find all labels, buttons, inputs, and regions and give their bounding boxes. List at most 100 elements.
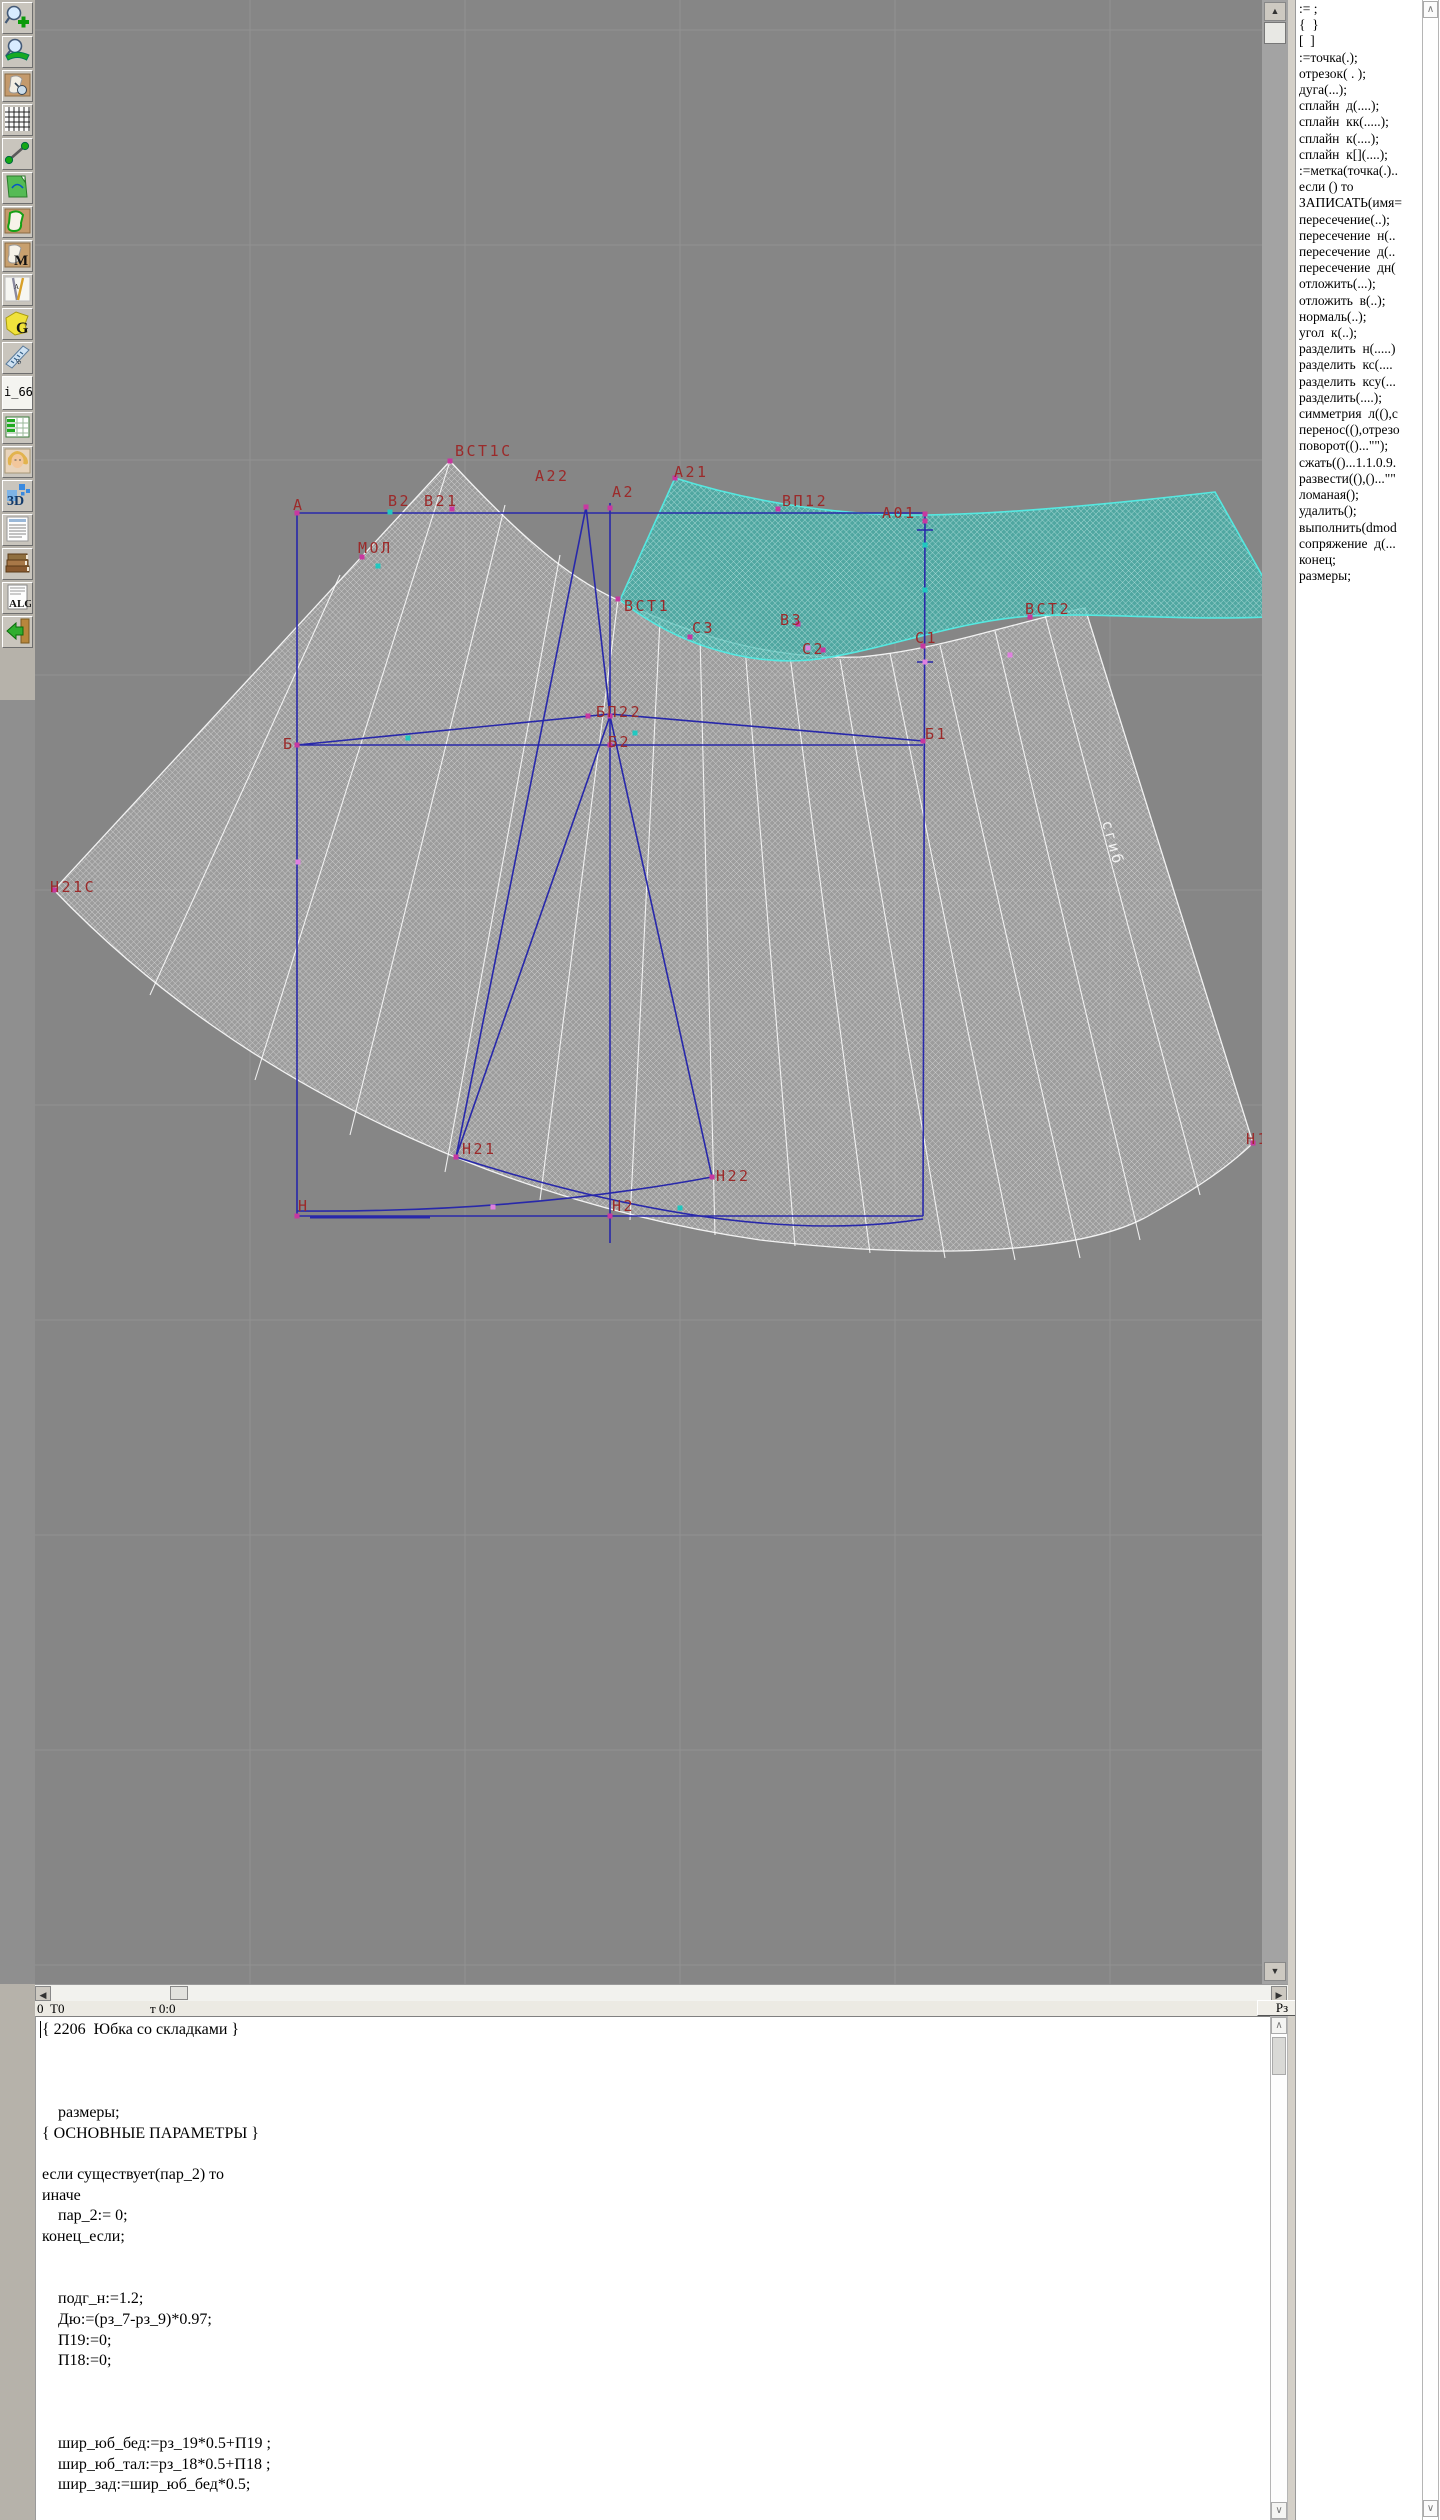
pattern-point-marker[interactable]: [406, 736, 411, 741]
pattern-point-marker[interactable]: [923, 660, 928, 665]
vertical-scroll-thumb[interactable]: [1264, 22, 1286, 44]
file-label[interactable]: i_66.: [2, 376, 33, 410]
pattern-point-marker[interactable]: [633, 731, 638, 736]
command-item[interactable]: если () то: [1299, 179, 1421, 195]
command-item[interactable]: пересечение дн(: [1299, 260, 1421, 276]
canvas-vertical-scrollbar[interactable]: ▲ ▼: [1262, 0, 1288, 1984]
scroll-down-icon[interactable]: ∨: [1423, 2500, 1438, 2517]
drafting-tools-button[interactable]: A: [2, 274, 33, 306]
command-item[interactable]: перенос((),отрезо: [1299, 422, 1421, 438]
canvas-horizontal-scrollbar[interactable]: ◀ ▶: [35, 1984, 1288, 2001]
exit-button[interactable]: [2, 616, 33, 648]
pattern-point-marker[interactable]: [586, 714, 591, 719]
command-item[interactable]: ломаная();: [1299, 487, 1421, 503]
pattern-point-marker[interactable]: [923, 512, 928, 517]
view-piece-button[interactable]: [2, 70, 33, 102]
scroll-up-icon[interactable]: ▲: [1264, 2, 1286, 21]
command-item[interactable]: угол к(..);: [1299, 325, 1421, 341]
command-item[interactable]: [ ]: [1299, 33, 1421, 49]
pattern-point-marker[interactable]: [1008, 653, 1013, 658]
command-item[interactable]: разделить(....);: [1299, 390, 1421, 406]
command-item[interactable]: поворот(()..."");: [1299, 438, 1421, 454]
waistband-piece[interactable]: [620, 478, 1262, 661]
command-item[interactable]: разделить ксу(...: [1299, 374, 1421, 390]
pattern-point-marker[interactable]: [710, 1175, 715, 1180]
scroll-down-icon[interactable]: ▼: [1264, 1962, 1286, 1981]
pattern-point-marker[interactable]: [608, 506, 613, 511]
zoom-out-button[interactable]: [2, 36, 33, 68]
model-photo-button[interactable]: [2, 446, 33, 478]
code-editor[interactable]: { 2206 Юбка со складками } размеры;{ ОСН…: [35, 2016, 1270, 2520]
point-label: Н2: [612, 1197, 635, 1215]
print-preview-button[interactable]: [2, 172, 33, 204]
scroll-up-icon[interactable]: ∧: [1423, 1, 1438, 18]
command-item[interactable]: пересечение н(..: [1299, 228, 1421, 244]
command-item[interactable]: отложить в(..);: [1299, 293, 1421, 309]
ruler-icon: 8: [3, 344, 32, 370]
command-item[interactable]: ЗАПИСАТЬ(имя=: [1299, 195, 1421, 211]
code-line: [42, 2268, 1270, 2289]
pattern-point-marker[interactable]: [454, 1155, 459, 1160]
command-item[interactable]: сплайн кк(.....);: [1299, 114, 1421, 130]
pattern-point-marker[interactable]: [776, 507, 781, 512]
pattern-point-marker[interactable]: [923, 588, 928, 593]
command-item[interactable]: отложить(...);: [1299, 276, 1421, 292]
command-item[interactable]: размеры;: [1299, 568, 1421, 584]
command-item[interactable]: выполнить(dmod: [1299, 520, 1421, 536]
command-item[interactable]: := ;: [1299, 1, 1421, 17]
command-item[interactable]: разделить н(.....): [1299, 341, 1421, 357]
svg-text:3D: 3D: [7, 494, 24, 508]
command-item[interactable]: отрезок( . );: [1299, 66, 1421, 82]
command-item[interactable]: нормаль(..);: [1299, 309, 1421, 325]
piece-contour-button[interactable]: [2, 206, 33, 238]
command-item[interactable]: конец;: [1299, 552, 1421, 568]
piece-marking-button[interactable]: M: [2, 240, 33, 272]
zoom-in-button[interactable]: [2, 2, 33, 34]
ruler-button[interactable]: 8: [2, 342, 33, 374]
command-item[interactable]: сопряжение д(...: [1299, 536, 1421, 552]
command-item[interactable]: пересечение д(..: [1299, 244, 1421, 260]
pattern-point-marker[interactable]: [388, 510, 393, 515]
pattern-point-marker[interactable]: [923, 519, 928, 524]
size-table-button[interactable]: [2, 412, 33, 444]
command-item[interactable]: сплайн к(....);: [1299, 131, 1421, 147]
scroll-up-icon[interactable]: ∧: [1271, 2017, 1287, 2034]
command-item[interactable]: :=метка(точка(.)..: [1299, 163, 1421, 179]
pattern-point-marker[interactable]: [923, 543, 928, 548]
command-item[interactable]: пересечение(..);: [1299, 212, 1421, 228]
pattern-point-marker[interactable]: [296, 860, 301, 865]
measure-button[interactable]: [2, 138, 33, 170]
command-item[interactable]: :=точка(.);: [1299, 50, 1421, 66]
editor-scroll-thumb[interactable]: [1272, 2037, 1286, 2075]
command-item[interactable]: симметрия л((),с: [1299, 406, 1421, 422]
scroll-right-icon[interactable]: ▶: [1271, 1986, 1287, 2001]
command-item[interactable]: дуга(...);: [1299, 82, 1421, 98]
command-item[interactable]: сплайн к[](....);: [1299, 147, 1421, 163]
scroll-left-icon[interactable]: ◀: [35, 1986, 51, 2001]
text-document-button[interactable]: [2, 514, 33, 546]
pattern-point-marker[interactable]: [678, 1206, 683, 1211]
algorithm-doc-button[interactable]: ALG: [2, 582, 33, 614]
command-item[interactable]: сжать(()...1.1.0.9.: [1299, 455, 1421, 471]
horizontal-scroll-thumb[interactable]: [170, 1986, 188, 2000]
command-item[interactable]: развести((),()..."": [1299, 471, 1421, 487]
pattern-point-marker[interactable]: [376, 564, 381, 569]
command-item[interactable]: { }: [1299, 17, 1421, 33]
editor-vertical-scrollbar[interactable]: ∧ ∨: [1270, 2016, 1288, 2520]
reference-books-button[interactable]: [2, 548, 33, 580]
pattern-point-marker[interactable]: [616, 597, 621, 602]
pattern-point-marker[interactable]: [584, 505, 589, 510]
grid-button[interactable]: [2, 104, 33, 136]
exit-icon: [3, 618, 32, 644]
command-item[interactable]: удалить();: [1299, 503, 1421, 519]
pattern-point-marker[interactable]: [491, 1205, 496, 1210]
pattern-point-marker[interactable]: [295, 743, 300, 748]
view-3d-button[interactable]: 3D: [2, 480, 33, 512]
command-item[interactable]: сплайн д(....);: [1299, 98, 1421, 114]
drawing-canvas[interactable]: ВСТ1СА22А2АВ2В21МОЛА21ВП12А01ВСТ1С3В3С2С…: [35, 0, 1262, 1984]
scroll-down-icon[interactable]: ∨: [1271, 2502, 1287, 2519]
piece-grading-button[interactable]: G: [2, 308, 33, 340]
panel-vertical-scrollbar[interactable]: ∧ ∨: [1422, 0, 1439, 2520]
command-item[interactable]: разделить кс(....: [1299, 357, 1421, 373]
pattern-point-marker[interactable]: [448, 459, 453, 464]
